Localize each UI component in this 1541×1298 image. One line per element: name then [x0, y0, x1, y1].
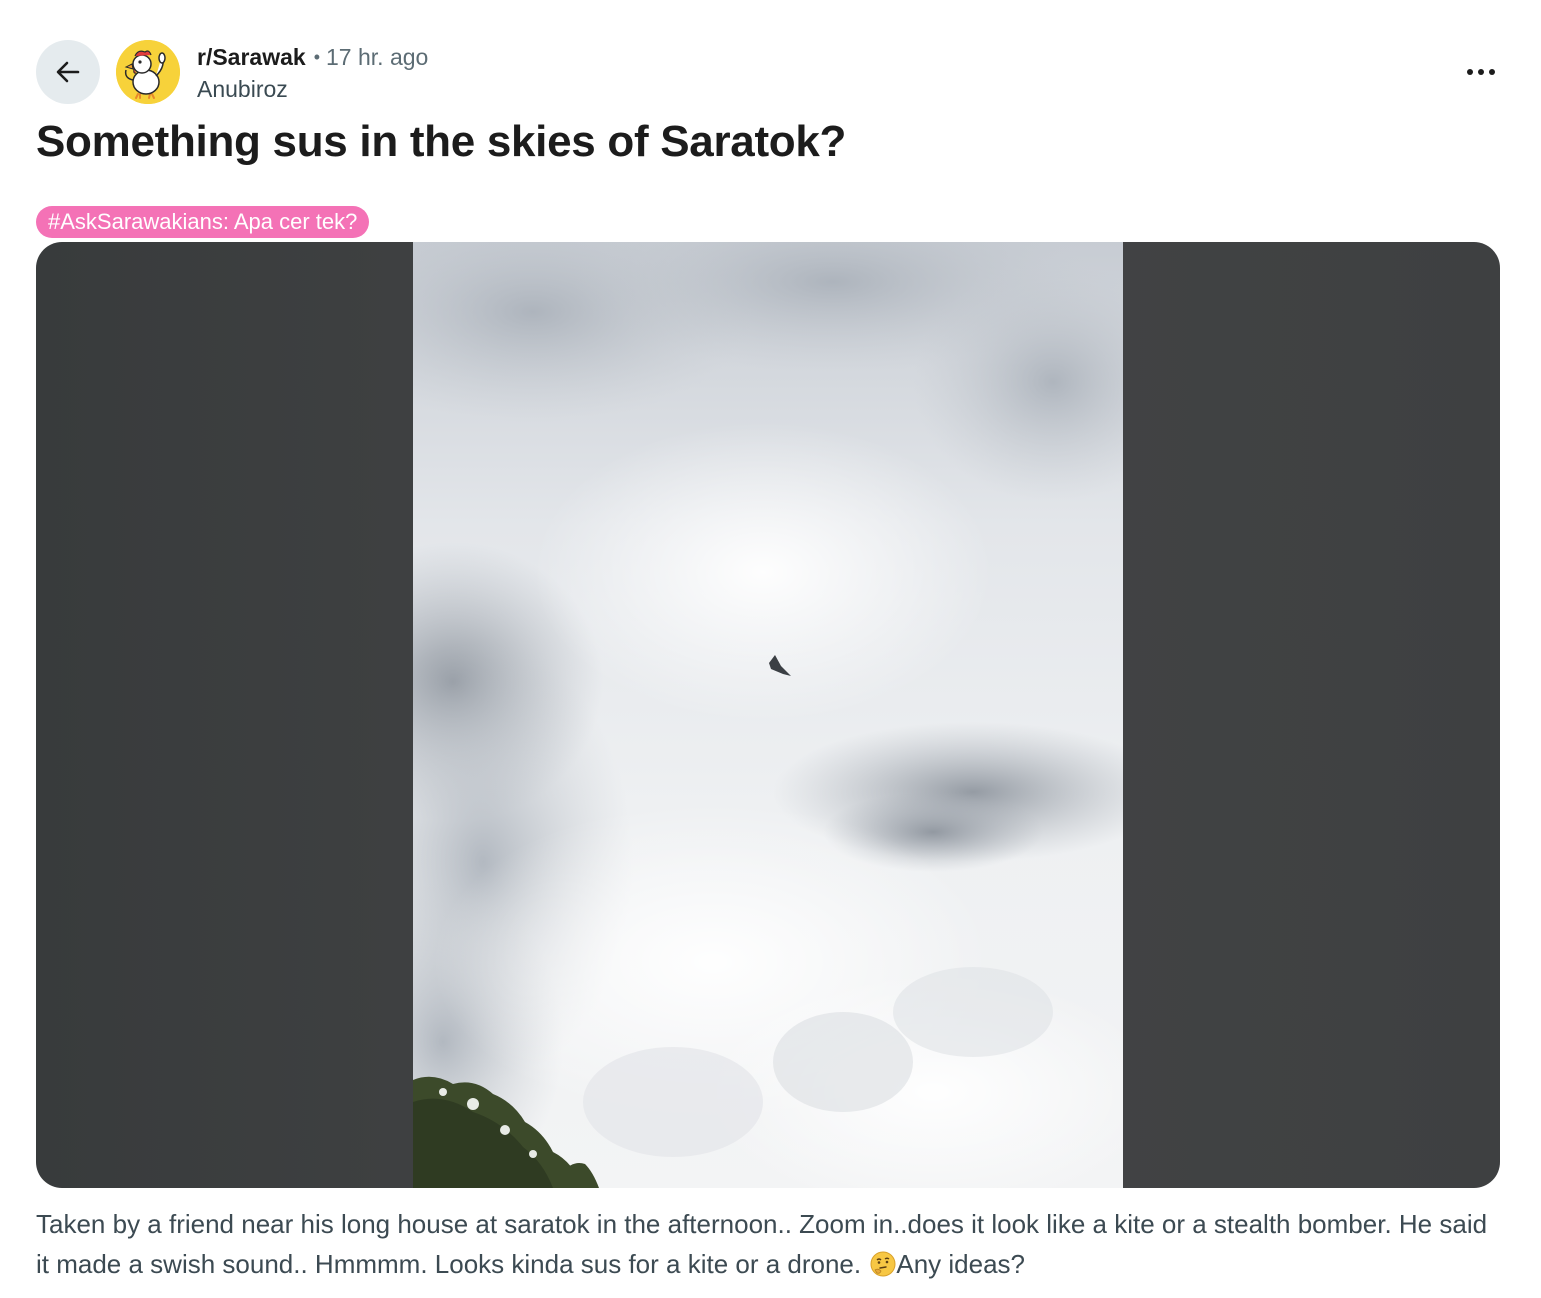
post-media[interactable]	[36, 242, 1500, 1188]
more-options-button[interactable]	[1456, 52, 1506, 92]
post-time: 17 hr. ago	[326, 44, 429, 70]
sky-photo[interactable]	[413, 242, 1123, 1188]
post-body-tail: Any ideas?	[896, 1249, 1026, 1279]
post-title[interactable]: Something sus in the skies of Saratok?	[36, 112, 846, 172]
meta-separator: •	[313, 47, 321, 67]
post-body: Taken by a friend near his long house at…	[36, 1204, 1506, 1284]
subreddit-avatar[interactable]	[116, 40, 180, 104]
author-link[interactable]: Anubiroz	[197, 74, 428, 104]
post-flair[interactable]: #AskSarawakians: Apa cer tek?	[36, 206, 370, 238]
thinking-face-emoji	[870, 1251, 896, 1277]
post-meta: r/Sarawak • 17 hr. ago Anubiroz	[197, 42, 428, 104]
ellipsis-icon	[1467, 69, 1495, 75]
arrow-left-icon	[56, 61, 80, 83]
post-body-text: Taken by a friend near his long house at…	[36, 1209, 1488, 1279]
rooster-mascot-icon	[116, 40, 180, 104]
back-button[interactable]	[36, 40, 100, 104]
subreddit-link[interactable]: r/Sarawak	[197, 42, 306, 72]
